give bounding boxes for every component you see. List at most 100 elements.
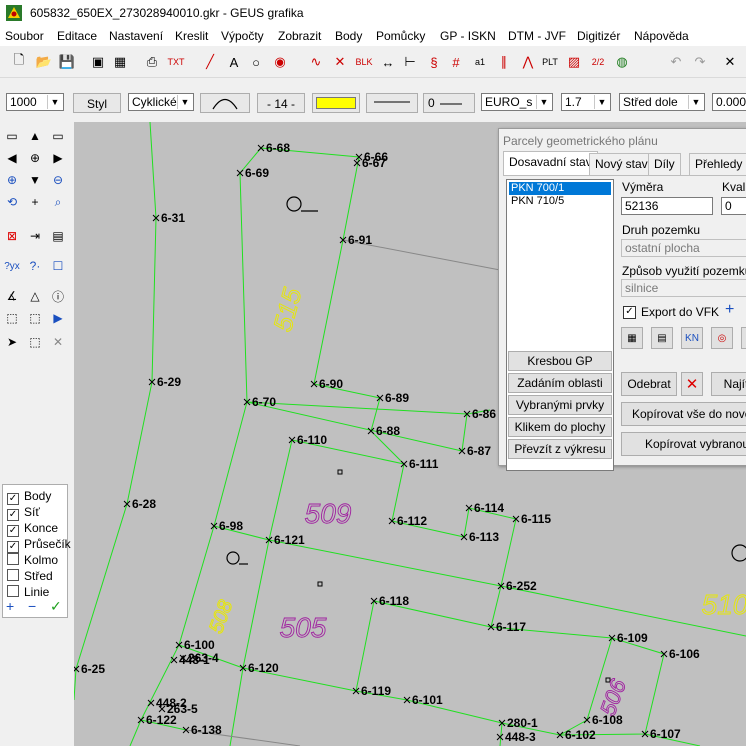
survey-point[interactable]: 6-109	[608, 631, 648, 645]
dimension-tool-icon[interactable]: ⊢	[400, 51, 420, 73]
menu-digitiz-r[interactable]: Digitizér	[577, 29, 620, 43]
zero-line-button[interactable]: 0	[423, 93, 475, 113]
calculator-icon[interactable]: ▤	[651, 327, 673, 349]
select-window-icon[interactable]: ⬚	[25, 332, 45, 352]
survey-point[interactable]: 6-113	[460, 530, 499, 544]
frame-icon[interactable]: ▭	[48, 126, 68, 146]
survey-point[interactable]: 6-106	[660, 647, 700, 661]
close-icon[interactable]: ✕	[48, 332, 68, 352]
land-type-input[interactable]: ostatní plocha	[621, 239, 746, 257]
zoom-refresh-icon[interactable]: ⟲	[2, 192, 22, 212]
layer-2[interactable]: ✓ Konce	[7, 521, 58, 537]
survey-point[interactable]: 6-25	[74, 662, 105, 676]
polyline-tool-icon[interactable]: ∿	[306, 51, 326, 73]
find-button[interactable]: Najít	[711, 372, 746, 396]
more-icon[interactable]	[741, 327, 746, 349]
zoom-in-icon[interactable]: ⊕	[2, 170, 22, 190]
parallel-tool-icon[interactable]: ∥	[494, 51, 514, 73]
layer-4[interactable]: Kolmo	[7, 553, 58, 568]
kn-icon[interactable]: KN	[681, 327, 703, 349]
survey-point[interactable]: 6-120	[239, 661, 279, 675]
layer-checkbox[interactable]: ✓	[7, 493, 19, 505]
line-style-button[interactable]	[366, 93, 418, 113]
table-icon[interactable]: ▦	[110, 51, 130, 73]
point-tool-icon[interactable]: ◉	[270, 51, 290, 73]
click-area-button[interactable]: Klikem do plochy	[508, 417, 612, 437]
open-folder-icon[interactable]: 📂	[34, 51, 54, 73]
list-item[interactable]: PKN 710/5	[509, 195, 611, 208]
circle-tool-icon[interactable]: ○	[246, 51, 266, 73]
size-select[interactable]: 1.7 ▼	[561, 93, 611, 111]
zoom-point-icon[interactable]: +	[25, 192, 45, 212]
a1-tool-icon[interactable]: a1	[470, 51, 490, 73]
confirm-layer-button[interactable]: ✓	[50, 598, 62, 615]
font-select[interactable]: EURO_s ▼	[481, 93, 553, 111]
survey-point[interactable]: 6-115	[512, 512, 551, 526]
arc-style-button[interactable]	[200, 93, 250, 113]
survey-point[interactable]: 6-111	[400, 457, 439, 471]
survey-point[interactable]: 6-101	[403, 693, 443, 707]
draw-gp-button[interactable]: Kresbou GP	[508, 351, 612, 371]
preview-icon[interactable]: ▣	[88, 51, 108, 73]
survey-point[interactable]: 6-89	[376, 391, 409, 405]
area-entry-button[interactable]: Zadáním oblasti	[508, 373, 612, 393]
plt-tool-icon[interactable]: PLT	[540, 51, 560, 73]
survey-point[interactable]: 6-87	[458, 444, 491, 458]
survey-point[interactable]: 6-31	[152, 211, 185, 225]
globe-tool-icon[interactable]: ◍	[612, 51, 632, 73]
survey-point[interactable]: 6-69	[236, 166, 269, 180]
arrow-up-icon[interactable]: ▲	[25, 126, 45, 146]
survey-point[interactable]: 6-114	[465, 501, 504, 515]
arrow-left-icon[interactable]: ◀	[2, 148, 22, 168]
export-checkbox[interactable]: ✓	[623, 306, 636, 319]
layer-checkbox[interactable]: ✓	[7, 509, 19, 521]
survey-point[interactable]: 6-112	[388, 514, 427, 528]
menu-soubor[interactable]: Soubor	[5, 29, 44, 43]
database-icon[interactable]: ▦	[621, 327, 643, 349]
survey-point[interactable]: 6-100	[175, 638, 215, 652]
select-arrow-icon[interactable]: ➤	[2, 332, 22, 352]
tab-parts[interactable]: Díly	[648, 153, 681, 175]
copy-selected-button[interactable]: Kopírovat vybranou	[621, 432, 746, 456]
menu-zobrazit[interactable]: Zobrazit	[278, 29, 321, 43]
tab-new-state[interactable]: Nový stav	[589, 153, 654, 175]
query-point-icon[interactable]: ?·	[25, 256, 45, 276]
usage-input[interactable]: silnice	[621, 279, 746, 297]
from-drawing-button[interactable]: Převzít z výkresu	[508, 439, 612, 459]
selected-items-button[interactable]: Vybranými prvky	[508, 395, 612, 415]
remove-button[interactable]: Odebrat	[621, 372, 677, 396]
select-corner-icon[interactable]: ⬚	[25, 308, 45, 328]
menu-editace[interactable]: Editace	[57, 29, 97, 43]
select-area-icon[interactable]: ⬚	[2, 308, 22, 328]
hash-tool-icon[interactable]: #	[446, 51, 466, 73]
add-layer-button[interactable]: +	[6, 598, 14, 614]
remove-layer-button[interactable]: −	[28, 598, 36, 614]
rotation-input[interactable]: 0.0000	[712, 93, 746, 111]
close-icon[interactable]: ✕	[720, 51, 740, 73]
layer-1[interactable]: ✓ Síť	[7, 505, 40, 521]
menu-gp-iskn[interactable]: GP - ISKN	[440, 29, 496, 43]
clipboard-icon[interactable]: ▤	[48, 226, 68, 246]
menu-v-po-ty[interactable]: Výpočty	[221, 29, 264, 43]
delete-grid-icon[interactable]: ⊠	[2, 226, 22, 246]
survey-point[interactable]: 6-110	[288, 433, 327, 447]
menu-pom-cky[interactable]: Pomůcky	[376, 29, 425, 43]
survey-point[interactable]: 280-1	[498, 716, 538, 730]
menu-kreslit[interactable]: Kreslit	[175, 29, 208, 43]
area-input[interactable]: 52136	[621, 197, 713, 215]
color-button[interactable]	[312, 93, 360, 113]
target-icon[interactable]: ◎	[711, 327, 733, 349]
style-button[interactable]: Styl	[73, 93, 121, 113]
hatch-tool-icon[interactable]: ▨	[564, 51, 584, 73]
list-item[interactable]: PKN 700/1	[509, 182, 611, 195]
info-icon[interactable]: ⓘ	[48, 286, 68, 306]
number-button[interactable]: - 14 -	[257, 93, 305, 113]
arrow-right-icon[interactable]: ▶	[48, 148, 68, 168]
query-box-icon[interactable]: ☐	[48, 256, 68, 276]
survey-point[interactable]: 448-3	[496, 730, 536, 744]
survey-point[interactable]: 6-29	[148, 375, 181, 389]
cross-tool-icon[interactable]: ✕	[330, 51, 350, 73]
survey-point[interactable]: 6-118	[370, 594, 409, 608]
layer-3[interactable]: ✓ Průsečík	[7, 537, 71, 553]
layer-checkbox[interactable]	[7, 585, 19, 597]
